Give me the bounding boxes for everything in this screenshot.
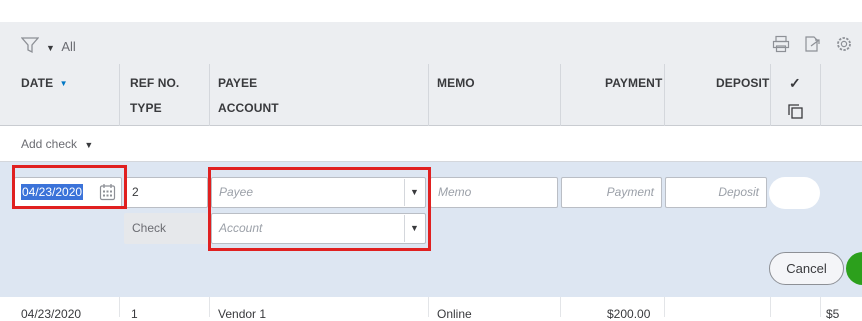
- cancel-button[interactable]: Cancel: [769, 252, 844, 285]
- account-column-header[interactable]: ACCOUNT: [218, 101, 279, 115]
- print-icon[interactable]: [772, 35, 790, 53]
- date-highlight-box: [12, 165, 127, 209]
- row-date: 04/23/2020: [21, 307, 82, 321]
- deposit-column-header[interactable]: DEPOSIT: [716, 76, 769, 90]
- add-check-bar: Add check ▼: [0, 127, 862, 162]
- row-balance: $5: [826, 307, 840, 321]
- type-column-header[interactable]: TYPE: [130, 101, 162, 115]
- register-toolbar: ▼ All: [0, 22, 862, 64]
- edit-transaction-row: 04/23/2020 2 Check Payee ▼ Account ▼ Mem…: [0, 162, 862, 297]
- register-header: DATE ▼ REF NO. TYPE PAYEE ACCOUNT MEMO P…: [0, 64, 862, 126]
- export-icon[interactable]: [803, 35, 821, 53]
- type-field: Check: [124, 213, 208, 244]
- payee-column-header[interactable]: PAYEE: [218, 76, 257, 90]
- refno-column-header[interactable]: REF NO.: [130, 76, 179, 90]
- row-memo: Online: [437, 307, 472, 321]
- row-payment: $200.00: [607, 307, 651, 321]
- ref-no-field[interactable]: 2: [124, 177, 208, 208]
- memo-field[interactable]: Memo: [430, 177, 558, 208]
- reconcile-status-toggle[interactable]: [769, 177, 820, 209]
- payment-column-header[interactable]: PAYMENT: [605, 76, 662, 90]
- filter-icon[interactable]: [21, 36, 39, 54]
- add-check-dropdown[interactable]: Add check ▼: [21, 137, 93, 151]
- settings-icon[interactable]: [835, 35, 853, 53]
- row-payee: Vendor 1: [218, 307, 267, 321]
- table-row[interactable]: 04/23/2020 1 Vendor 1 Online $200.00 $5: [0, 297, 862, 321]
- chevron-down-icon: ▼: [84, 140, 94, 150]
- date-column-header[interactable]: DATE ▼: [21, 76, 68, 90]
- save-button[interactable]: [846, 252, 862, 285]
- filter-label: All: [61, 39, 76, 54]
- row-ref-no: 1: [131, 307, 138, 321]
- deposit-field[interactable]: Deposit: [665, 177, 767, 208]
- payee-account-highlight-box: [208, 167, 431, 251]
- reconcile-column-header[interactable]: ✓: [789, 75, 801, 92]
- payment-field[interactable]: Payment: [561, 177, 662, 208]
- memo-column-header[interactable]: MEMO: [437, 76, 475, 90]
- sort-desc-icon: ▼: [59, 79, 68, 88]
- filter-dropdown[interactable]: ▼ All: [46, 38, 76, 56]
- copy-icon[interactable]: [788, 104, 803, 119]
